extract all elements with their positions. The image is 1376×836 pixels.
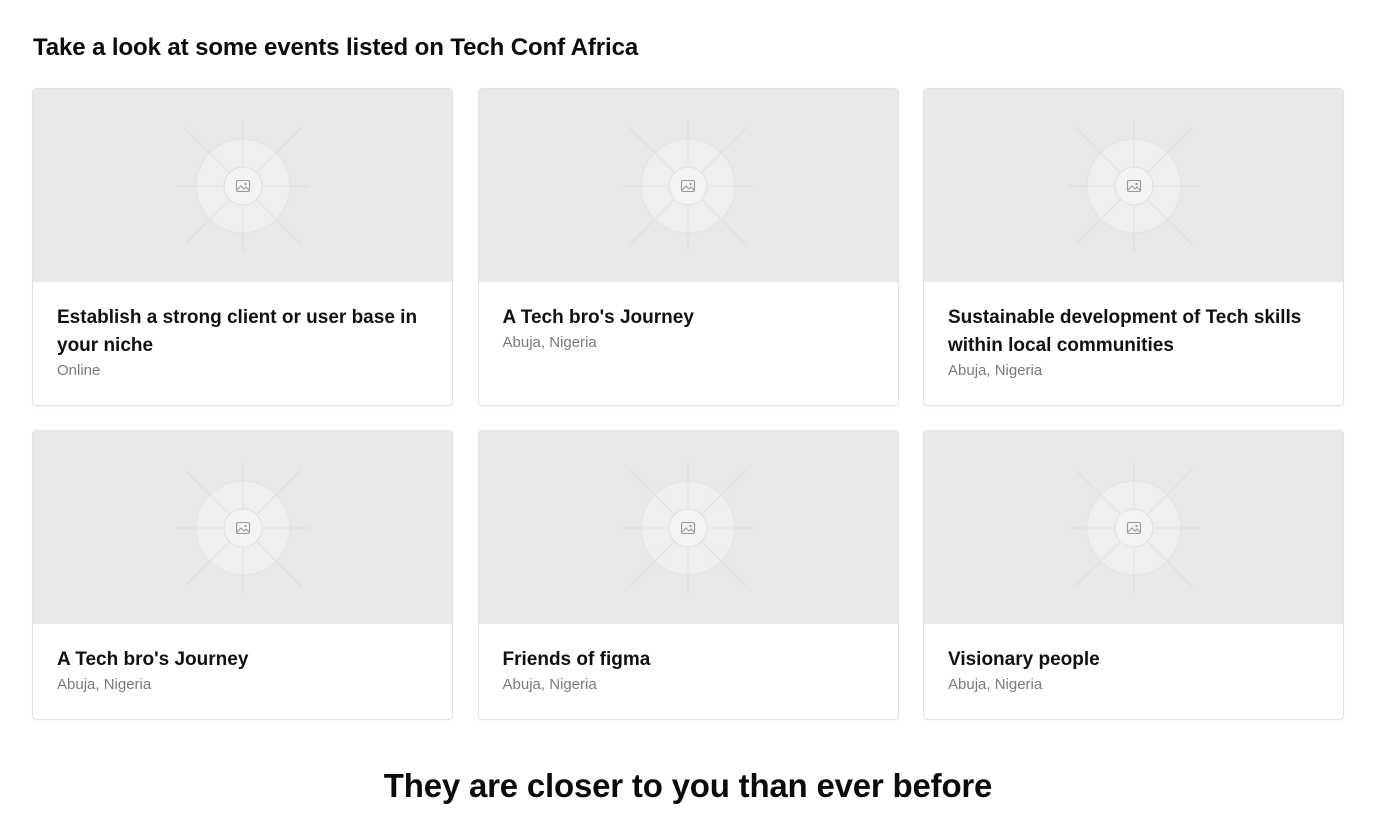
image-placeholder-graphic (176, 119, 309, 252)
event-image-placeholder (33, 431, 452, 624)
event-title[interactable]: Sustainable development of Tech skills w… (948, 304, 1319, 360)
section-title: Take a look at some events listed on Tec… (33, 34, 639, 61)
event-image-placeholder (478, 431, 898, 624)
event-location: Online (57, 362, 101, 379)
event-card-body: Friends of figma Abuja, Nigeria (479, 624, 898, 695)
event-title[interactable]: Establish a strong client or user base i… (57, 304, 428, 360)
image-placeholder-graphic (622, 119, 754, 252)
image-placeholder-graphic (622, 461, 754, 594)
events-grid: Establish a strong client or user base i… (32, 88, 1344, 720)
event-image-placeholder (478, 89, 898, 282)
event-title[interactable]: A Tech bro's Journey (503, 304, 874, 332)
event-card-body: Visionary people Abuja, Nigeria (924, 624, 1343, 695)
image-placeholder-graphic (1067, 461, 1200, 594)
event-location: Abuja, Nigeria (948, 362, 1043, 379)
event-card[interactable]: Friends of figma Abuja, Nigeria (477, 430, 899, 720)
event-card[interactable]: Visionary people Abuja, Nigeria (923, 430, 1344, 720)
event-title[interactable]: Visionary people (948, 646, 1319, 674)
event-card[interactable]: A Tech bro's Journey Abuja, Nigeria (477, 88, 899, 406)
event-image-placeholder (33, 89, 452, 282)
event-card-body: Establish a strong client or user base i… (33, 282, 452, 381)
event-card[interactable]: Establish a strong client or user base i… (32, 88, 453, 406)
events-page: Take a look at some events listed on Tec… (0, 0, 1376, 836)
event-location: Abuja, Nigeria (57, 676, 152, 693)
event-card[interactable]: A Tech bro's Journey Abuja, Nigeria (32, 430, 453, 720)
event-image-placeholder (924, 89, 1343, 282)
closing-heading: They are closer to you than ever before (383, 767, 993, 804)
event-location: Abuja, Nigeria (948, 676, 1043, 693)
event-location: Abuja, Nigeria (502, 676, 597, 693)
event-title[interactable]: A Tech bro's Journey (57, 646, 428, 674)
image-placeholder-graphic (1067, 119, 1200, 252)
event-title[interactable]: Friends of figma (503, 646, 874, 674)
event-card[interactable]: Sustainable development of Tech skills w… (923, 88, 1344, 406)
event-card-body: A Tech bro's Journey Abuja, Nigeria (479, 282, 898, 353)
event-card-body: Sustainable development of Tech skills w… (924, 282, 1343, 381)
image-placeholder-graphic (176, 461, 309, 594)
event-card-body: A Tech bro's Journey Abuja, Nigeria (33, 624, 452, 695)
event-image-placeholder (924, 431, 1343, 624)
event-location: Abuja, Nigeria (502, 334, 597, 351)
